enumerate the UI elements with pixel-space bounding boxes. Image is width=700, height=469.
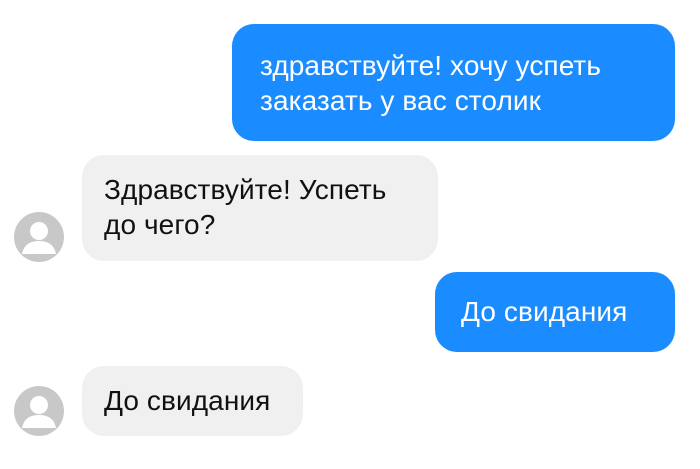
avatar[interactable] bbox=[14, 386, 64, 436]
message-text: До свидания bbox=[461, 296, 628, 327]
message-text: До свидания bbox=[104, 385, 271, 416]
outgoing-message: До свидания bbox=[435, 272, 675, 352]
default-user-icon bbox=[22, 396, 56, 428]
outgoing-message: здравствуйте! хочу успеть заказать у вас… bbox=[232, 24, 675, 141]
chat-thread: здравствуйте! хочу успеть заказать у вас… bbox=[0, 0, 700, 469]
message-text: здравствуйте! хочу успеть заказать у вас… bbox=[260, 50, 602, 116]
message-text: Здравствуйте! Успеть до чего? bbox=[104, 174, 387, 240]
incoming-message: До свидания bbox=[82, 366, 303, 436]
avatar[interactable] bbox=[14, 212, 64, 262]
incoming-message: Здравствуйте! Успеть до чего? bbox=[82, 155, 438, 261]
default-user-icon bbox=[22, 222, 56, 254]
